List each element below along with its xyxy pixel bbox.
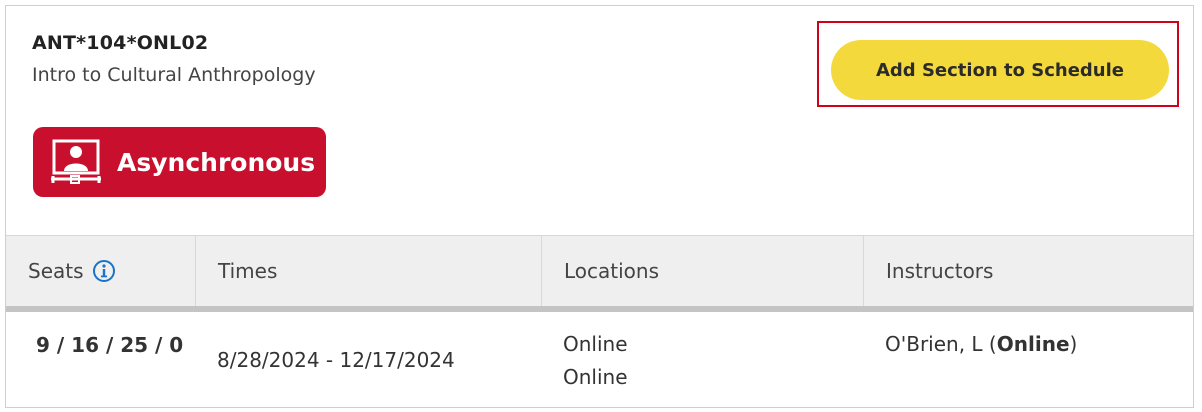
location-2: Online [563,365,628,389]
monitor-person-icon [49,138,103,186]
header-instructors: Instructors [863,236,1193,306]
badge-label: Asynchronous [117,147,316,177]
table-header-divider [6,306,1193,312]
instructor-value: O'Brien, L (Online) [885,332,1077,356]
header-seats-label: Seats [28,259,84,283]
header-locations: Locations [541,236,863,306]
location-1: Online [563,332,628,356]
instruction-method-badge: Asynchronous [33,127,326,197]
info-circle-icon[interactable] [92,259,116,283]
table-header: Seats Times Locations Instructors [6,235,1193,306]
section-card: ANT*104*ONL02 Intro to Cultural Anthropo… [5,5,1194,408]
instructor-name: O'Brien, L ( [885,332,997,356]
section-title: Intro to Cultural Anthropology [32,64,316,86]
seats-value: 9 / 16 / 25 / 0 [36,333,184,357]
button-highlight-frame: Add Section to Schedule [817,21,1179,107]
instructor-method: Online [996,332,1070,356]
header-seats: Seats [6,236,195,306]
times-value: 8/28/2024 - 12/17/2024 [217,348,455,372]
add-section-to-schedule-button[interactable]: Add Section to Schedule [831,40,1169,100]
section-code: ANT*104*ONL02 [32,32,209,54]
header-times: Times [195,236,541,306]
instructor-close: ) [1069,332,1078,356]
